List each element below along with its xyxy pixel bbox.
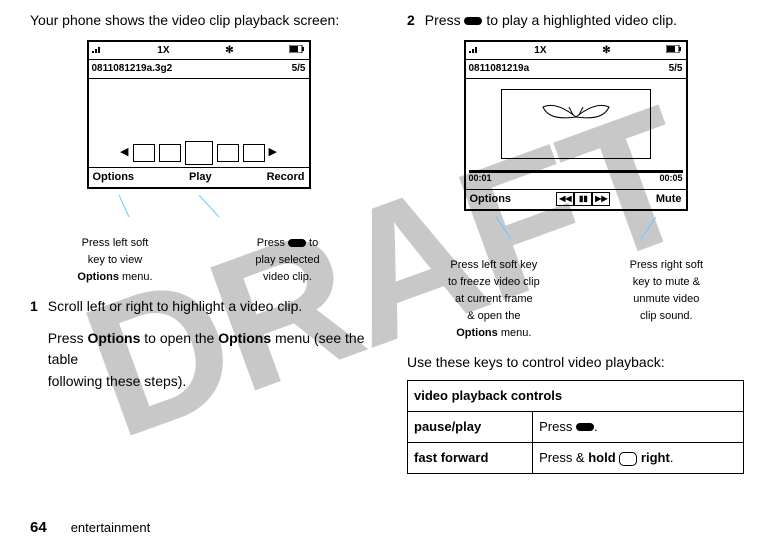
controls-table: video playback controls pause/play Press… <box>407 380 744 474</box>
softkey-right: Record <box>267 169 305 186</box>
page-number: 64 <box>30 519 47 536</box>
softkey-right: Mute <box>656 191 682 208</box>
battery-icon <box>666 43 682 59</box>
table-row-value: Press & hold right. <box>533 442 744 473</box>
callout-lines-right <box>466 217 686 239</box>
phone-screen-thumbs: 1X ✻ 0811081219a.3g2 5/5 ◀ <box>87 40 311 189</box>
callout-lines-left <box>89 195 309 217</box>
signal-icon <box>469 43 479 59</box>
bell-icon: ✻ <box>225 43 233 59</box>
playback-area: 00:01 00:05 <box>466 79 686 190</box>
time-total: 00:05 <box>659 172 682 186</box>
step-1-num: 1 <box>30 296 38 393</box>
center-key-icon <box>464 17 482 25</box>
filename: 0811081219a <box>469 61 530 77</box>
net-label: 1X <box>157 43 169 59</box>
moth-icon <box>541 101 611 133</box>
playback-control-icon: ◀◀▮▮▶▶ <box>556 192 610 206</box>
net-label: 1X <box>534 43 546 59</box>
softkey-left: Options <box>93 169 135 186</box>
caption-right-right-soft: Press right soft key to mute & unmute vi… <box>630 257 703 342</box>
center-key-icon <box>288 239 306 247</box>
center-key-icon <box>576 423 594 431</box>
intro-left: Your phone shows the video clip playback… <box>30 10 367 32</box>
time-elapsed: 00:01 <box>469 172 492 186</box>
thumb-area: ◀ ▶ <box>89 79 309 168</box>
counter: 5/5 <box>669 61 683 77</box>
table-row-label: pause/play <box>408 411 533 442</box>
table-row-label: fast forward <box>408 442 533 473</box>
step-2-num: 2 <box>407 10 415 32</box>
thumb-1 <box>133 144 155 162</box>
softkey-left: Options <box>470 191 512 208</box>
chevron-left-icon: ◀ <box>120 144 128 161</box>
table-header: video playback controls <box>408 380 744 411</box>
counter: 5/5 <box>292 61 306 77</box>
section-title: entertainment <box>71 520 151 535</box>
caption-right-left-soft: Press left soft key to freeze video clip… <box>448 257 540 342</box>
caption-left-soft: Press left soft key to view Options menu… <box>77 235 152 286</box>
step-2-body: Press to play a highlighted video clip. <box>425 10 677 32</box>
step-1-body: Scroll left or right to highlight a vide… <box>48 296 367 393</box>
thumb-2 <box>159 144 181 162</box>
table-row-value: Press . <box>533 411 744 442</box>
controls-intro: Use these keys to control video playback… <box>407 352 744 374</box>
signal-icon <box>92 43 102 59</box>
softkey-center: Play <box>189 169 212 186</box>
nav-key-icon <box>619 452 637 466</box>
thumb-selected <box>185 141 213 165</box>
chevron-right-icon: ▶ <box>269 144 277 161</box>
filename: 0811081219a.3g2 <box>92 61 173 77</box>
thumb-3 <box>217 144 239 162</box>
battery-icon <box>289 43 305 59</box>
caption-center-key: Press to play selected video clip. <box>255 235 319 286</box>
thumb-4 <box>243 144 265 162</box>
phone-screen-playback: 1X ✻ 0811081219a 5/5 <box>464 40 688 211</box>
bell-icon: ✻ <box>602 43 610 59</box>
